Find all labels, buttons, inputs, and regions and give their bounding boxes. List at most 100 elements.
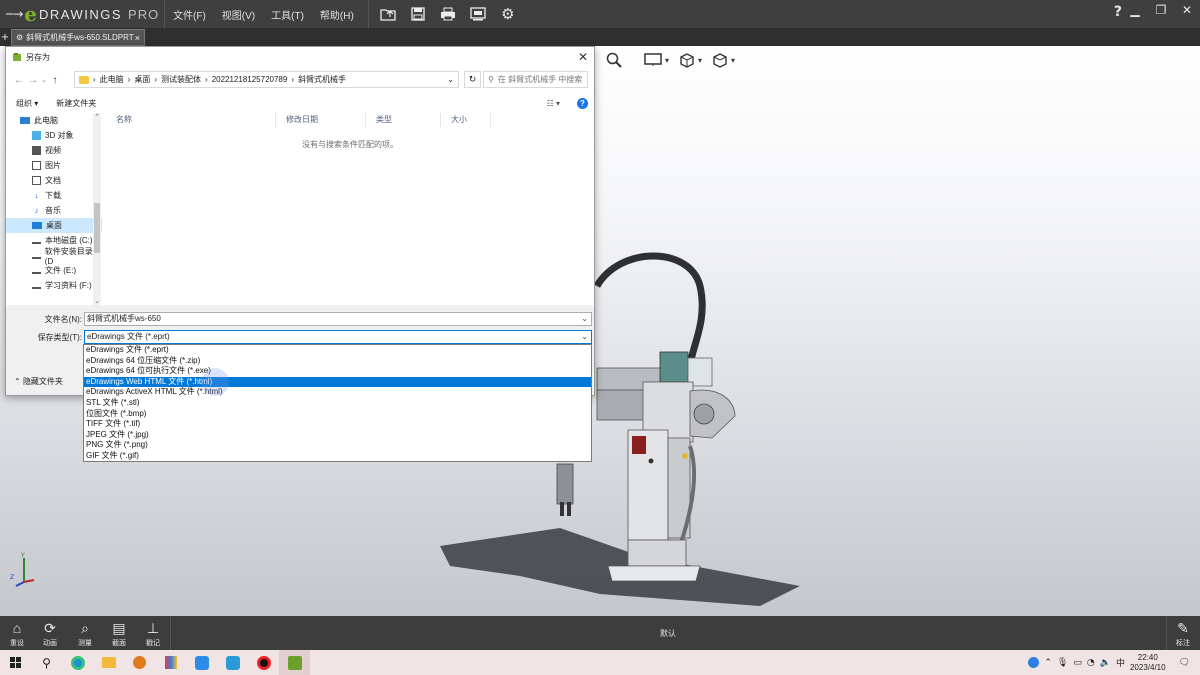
filetype-option[interactable]: eDrawings ActiveX HTML 文件 (*.html) xyxy=(84,387,591,398)
measure-button[interactable]: ⌕ 测量 xyxy=(70,618,100,648)
microphone-icon[interactable]: 🎙 xyxy=(1057,658,1068,668)
filetype-option-highlighted[interactable]: eDrawings Web HTML 文件 (*.html) xyxy=(84,376,591,388)
settings-icon[interactable]: ⚙ xyxy=(493,0,523,28)
document-tab-close-icon[interactable]: × xyxy=(135,33,140,43)
edge-icon[interactable] xyxy=(62,650,93,675)
column-size[interactable]: 大小 xyxy=(441,113,491,127)
stamp-button[interactable]: ⊥ 戳记 xyxy=(138,618,168,648)
filetype-option[interactable]: TIFF 文件 (*.tif) xyxy=(84,419,591,430)
filetype-option[interactable]: PNG 文件 (*.png) xyxy=(84,440,591,451)
configuration-label[interactable]: 默认 xyxy=(660,628,676,639)
dialog-close-icon[interactable]: ✕ xyxy=(578,50,588,64)
nav-item-desktop[interactable]: 桌面 xyxy=(6,218,102,233)
nav-item-this-pc[interactable]: 此电脑 xyxy=(6,113,102,128)
volume-icon[interactable]: 🔈 xyxy=(1100,658,1111,668)
filename-field[interactable]: 斜臂式机械手ws-650 ⌄ xyxy=(84,312,592,326)
windows-icon[interactable] xyxy=(0,650,31,675)
notifications-icon[interactable]: 🗨 xyxy=(1179,658,1190,668)
document-tab[interactable]: ⚙ 斜臂式机械手ws-650.SLDPRT × xyxy=(11,29,145,46)
search-input[interactable]: ⚲ 在 斜臂式机械手 中搜索 xyxy=(483,71,588,88)
organize-button[interactable]: 组织 ▾ xyxy=(16,98,38,109)
animate-button[interactable]: ⟳ 动画 xyxy=(35,618,65,648)
filetype-option[interactable]: 位图文件 (*.bmp) xyxy=(84,409,591,420)
clock[interactable]: 22:40 2023/4/10 xyxy=(1130,653,1166,673)
edrawings-icon[interactable] xyxy=(279,650,310,675)
scrollbar-thumb[interactable] xyxy=(94,203,100,253)
chevron-up-icon: ⌃ xyxy=(14,377,21,386)
breadcrumb-item[interactable]: 此电脑 xyxy=(100,74,124,85)
nav-item-3d-objects[interactable]: 3D 对象 xyxy=(6,128,102,143)
refresh-icon[interactable]: ↻ xyxy=(464,71,481,88)
app-icon-3[interactable] xyxy=(217,650,248,675)
filetype-option[interactable]: eDrawings 64 位可执行文件 (*.exe) xyxy=(84,366,591,377)
ime-indicator[interactable]: 中 xyxy=(1116,656,1125,669)
breadcrumb-item[interactable]: 桌面 xyxy=(134,74,150,85)
search-app-icon[interactable] xyxy=(124,650,155,675)
nav-item-pictures[interactable]: 图片 xyxy=(6,158,102,173)
search-icon: ⚲ xyxy=(488,75,494,84)
hide-folders-button[interactable]: ⌃ 隐藏文件夹 xyxy=(14,376,63,387)
forward-icon[interactable]: → xyxy=(26,75,40,86)
nav-item-downloads[interactable]: ↓ 下载 xyxy=(6,188,102,203)
section-button[interactable]: ▤ 截面 xyxy=(104,618,134,648)
markup-button[interactable]: ✎ 标注 xyxy=(1168,618,1198,648)
battery-icon[interactable]: ▭ xyxy=(1073,658,1082,668)
recent-locations-icon[interactable]: ⌄ xyxy=(40,76,48,84)
help-icon[interactable]: ? xyxy=(577,97,588,109)
address-bar[interactable]: › 此电脑 › 桌面 › 测试装配体 › 20221218125720789 ›… xyxy=(74,71,459,88)
scroll-down-icon[interactable]: ⌄ xyxy=(93,297,101,305)
search-placeholder: 在 斜臂式机械手 中搜索 xyxy=(497,75,583,84)
record-icon[interactable] xyxy=(248,650,279,675)
scroll-up-icon[interactable]: ⌃ xyxy=(93,113,101,121)
new-folder-button[interactable]: 新建文件夹 xyxy=(56,98,96,109)
explorer-icon[interactable] xyxy=(93,650,124,675)
chevron-up-icon[interactable]: ⌃ xyxy=(1044,658,1052,668)
menu-file[interactable]: 文件(F) xyxy=(165,7,214,22)
search-icon[interactable]: ⚲ xyxy=(31,650,62,675)
help-tray-icon[interactable] xyxy=(1028,657,1040,668)
new-tab-icon[interactable]: + xyxy=(0,32,10,44)
breadcrumb-separator-icon: › xyxy=(127,75,131,84)
screen-icon[interactable] xyxy=(463,0,493,28)
menu-help[interactable]: 帮助(H) xyxy=(312,7,362,22)
back-icon[interactable]: ← xyxy=(12,75,26,86)
filetype-option[interactable]: eDrawings 文件 (*.eprt) xyxy=(84,345,591,356)
menu-tools[interactable]: 工具(T) xyxy=(263,7,312,22)
filetype-select[interactable]: eDrawings 文件 (*.eprt) ⌄ xyxy=(84,330,592,344)
filetype-option[interactable]: STL 文件 (*.stl) xyxy=(84,398,591,409)
minimize-icon[interactable]: ▁ xyxy=(1122,0,1148,20)
app-icon-2[interactable] xyxy=(186,650,217,675)
chevron-down-icon[interactable]: ⌄ xyxy=(581,313,588,325)
filetype-option[interactable]: JPEG 文件 (*.jpg) xyxy=(84,430,591,441)
help-icon[interactable]: ? xyxy=(1114,4,1122,20)
column-type[interactable]: 类型 xyxy=(366,113,441,127)
filetype-option[interactable]: eDrawings 64 位压缩文件 (*.zip) xyxy=(84,356,591,367)
column-name[interactable]: 名称 xyxy=(106,113,276,127)
chevron-down-icon[interactable]: ⌄ xyxy=(581,331,588,343)
nav-item-drive-d[interactable]: 软件安装目录 (D xyxy=(6,247,102,266)
print-icon[interactable] xyxy=(433,0,463,28)
filetype-option[interactable]: GIF 文件 (*.gif) xyxy=(84,451,591,462)
open-icon[interactable] xyxy=(373,0,403,28)
address-dropdown-icon[interactable]: ⌄ xyxy=(447,75,454,84)
menu-view[interactable]: 视图(V) xyxy=(214,7,263,22)
save-icon[interactable] xyxy=(403,0,433,28)
nav-item-music[interactable]: ♪ 音乐 xyxy=(6,203,102,218)
breadcrumb-item[interactable]: 测试装配体 xyxy=(161,74,201,85)
nav-item-drive-f[interactable]: 学习资料 (F:) xyxy=(6,278,102,293)
nav-item-drive-e[interactable]: 文件 (E:) xyxy=(6,263,102,278)
reset-button[interactable]: ⌂ 重设 xyxy=(2,618,32,648)
nav-item-documents[interactable]: 文档 xyxy=(6,173,102,188)
close-icon[interactable]: ✕ xyxy=(1174,0,1200,20)
breadcrumb-item[interactable]: 20221218125720789 xyxy=(212,75,288,84)
breadcrumb-item[interactable]: 斜臂式机械手 xyxy=(298,74,346,85)
view-options-icon[interactable]: ☷ ▾ xyxy=(547,99,560,108)
hide-folders-label: 隐藏文件夹 xyxy=(22,377,63,386)
up-icon[interactable]: ↑ xyxy=(48,75,62,86)
column-modified[interactable]: 修改日期 xyxy=(276,113,366,127)
app-icon[interactable] xyxy=(155,650,186,675)
restore-icon[interactable]: ❐ xyxy=(1148,0,1174,20)
network-icon[interactable]: ◔ xyxy=(1087,658,1095,668)
nav-item-videos[interactable]: 视频 xyxy=(6,143,102,158)
nav-scrollbar[interactable]: ⌃ ⌄ xyxy=(93,113,101,305)
